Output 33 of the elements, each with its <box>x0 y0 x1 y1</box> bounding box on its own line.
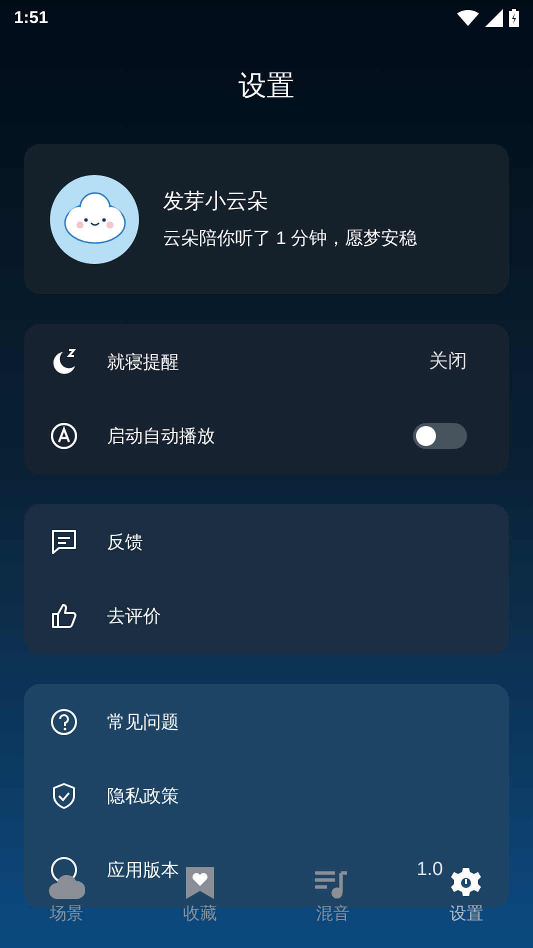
toggle-switch[interactable] <box>413 423 467 449</box>
row-label: 反馈 <box>107 530 143 554</box>
status-time: 1:51 <box>14 7 48 30</box>
row-label: 隐私政策 <box>107 784 179 808</box>
profile-card[interactable]: 发芽小云朵 云朵陪你听了 1 分钟，愿梦安稳 <box>24 144 509 294</box>
nav-tab[interactable]: 设置 <box>449 864 484 926</box>
profile-name: 发芽小云朵 <box>163 189 269 215</box>
settings-row[interactable]: 去评价 <box>24 579 509 653</box>
settings-row[interactable]: 常见问题 <box>24 685 509 759</box>
row-value: 1.0 <box>416 858 443 882</box>
row-label: 去评价 <box>107 604 161 628</box>
bookmark-heart-icon <box>186 866 214 898</box>
settings-row[interactable]: 启动自动播放 <box>24 399 509 473</box>
row-value: 关闭 <box>429 350 467 374</box>
settings-row[interactable]: 隐私政策 <box>24 759 509 833</box>
row-label: 启动自动播放 <box>107 424 215 448</box>
thumbs-up-icon <box>50 602 78 630</box>
row-label: 就寝提醒 <box>107 350 179 374</box>
shield-check-icon <box>50 782 78 810</box>
question-icon <box>50 708 78 736</box>
letter-a-circle-icon <box>50 422 78 450</box>
settings-icon <box>450 866 482 898</box>
page-title: 设置 <box>238 69 294 103</box>
row-label: 常见问题 <box>107 710 179 734</box>
settings-row[interactable]: 就寝提醒 关闭 <box>24 325 509 399</box>
signal-icon <box>485 9 503 27</box>
wifi-icon <box>457 10 479 26</box>
message-icon <box>50 528 78 556</box>
profile-message: 云朵陪你听了 1 分钟，愿梦安稳 <box>163 227 418 250</box>
avatar-cloud-icon <box>50 174 139 264</box>
battery-charging-icon <box>509 9 519 27</box>
settings-row[interactable]: 反馈 <box>24 505 509 579</box>
row-label: 应用版本 <box>107 858 179 882</box>
